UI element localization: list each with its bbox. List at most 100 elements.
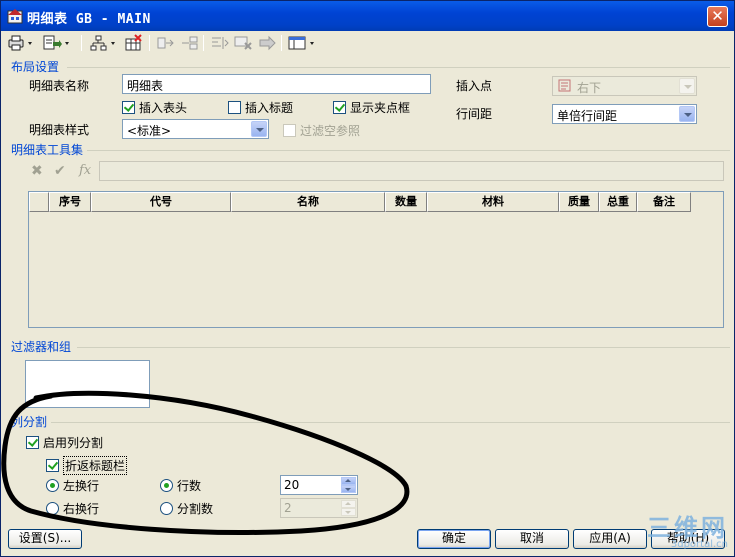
line-spacing-label: 行间距	[456, 107, 493, 121]
watermark-logo: 三维网	[647, 514, 728, 542]
rows-label: 行数	[177, 479, 202, 493]
column-header[interactable]: 代号	[91, 192, 231, 212]
radio-dot[interactable]	[160, 502, 173, 515]
align-icon[interactable]	[209, 34, 231, 52]
insert-title-label: 插入标题	[245, 101, 294, 115]
column-header[interactable]	[29, 192, 49, 212]
chevron-up-icon[interactable]	[341, 477, 356, 485]
chevron-down-icon[interactable]	[341, 485, 356, 493]
style-value: <标准>	[127, 124, 172, 138]
style-label: 明细表样式	[29, 123, 90, 137]
filter-empty-label: 过滤空参照	[300, 124, 361, 138]
insert-point-value: 右下	[577, 81, 602, 95]
enable-split-checkbox[interactable]: 启用列分割	[26, 434, 103, 451]
close-button[interactable]: ✕	[707, 6, 728, 27]
right-wrap-radio[interactable]: 右换行	[46, 500, 99, 517]
insert-point-select[interactable]: 右下	[552, 76, 697, 96]
line-spacing-select[interactable]: 单倍行间距	[552, 104, 697, 124]
divider	[87, 150, 730, 151]
filter-empty-checkbox[interactable]: 过滤空参照	[283, 122, 360, 139]
fold-title-label: 折返标题栏	[63, 456, 128, 475]
name-label: 明细表名称	[29, 79, 90, 93]
name-input[interactable]: 明细表	[122, 74, 431, 94]
parts-value: 2	[284, 501, 292, 515]
rows-radio[interactable]: 行数	[160, 477, 201, 494]
toolbar	[3, 32, 732, 54]
show-grips-label: 显示夹点框	[350, 101, 411, 115]
table-header: 序号 代号 名称 数量 材料 质量 总重 备注	[29, 192, 691, 212]
divider	[51, 422, 730, 423]
checkbox-box[interactable]	[228, 101, 241, 114]
cancel-button[interactable]: 取消	[495, 529, 569, 549]
toolbar-separator	[281, 35, 282, 51]
print-icon[interactable]	[7, 34, 35, 52]
window-title: 明细表 GB - MAIN	[27, 12, 151, 27]
move-icon[interactable]	[257, 34, 279, 52]
radio-dot[interactable]	[46, 502, 59, 515]
column-header[interactable]: 总重	[599, 192, 637, 212]
title-bar[interactable]: 明细表 GB - MAIN ✕	[1, 1, 734, 31]
stepper-buttons[interactable]	[341, 500, 356, 516]
column-header[interactable]: 数量	[385, 192, 427, 212]
checkbox-box[interactable]	[122, 101, 135, 114]
delete-row-icon[interactable]	[233, 34, 255, 52]
show-grips-checkbox[interactable]: 显示夹点框	[333, 99, 410, 116]
filter-section-title: 过滤器和组	[11, 340, 72, 354]
fold-title-checkbox[interactable]: 折返标题栏	[46, 456, 128, 475]
column-header[interactable]: 材料	[427, 192, 559, 212]
insert-header-checkbox[interactable]: 插入表头	[122, 99, 187, 116]
checkbox-box[interactable]	[46, 459, 59, 472]
cancel-icon[interactable]: ✖	[31, 163, 43, 179]
close-icon: ✕	[711, 7, 724, 25]
enable-split-label: 启用列分割	[43, 436, 104, 450]
checkbox-box[interactable]	[26, 436, 39, 449]
column-header[interactable]: 质量	[559, 192, 599, 212]
style-select[interactable]: <标准>	[122, 119, 269, 139]
checkbox-box[interactable]	[333, 101, 346, 114]
ok-button[interactable]: 确定	[417, 529, 491, 549]
chevron-down-icon[interactable]	[341, 508, 356, 516]
checkbox-box[interactable]	[283, 124, 296, 137]
column-header[interactable]: 序号	[49, 192, 91, 212]
insert-header-label: 插入表头	[139, 101, 188, 115]
rows-value: 20	[284, 478, 300, 492]
toolbar-separator	[203, 35, 204, 51]
insert-point-label: 插入点	[456, 79, 493, 93]
dialog-window: 明细表 GB - MAIN ✕ 布局设置 明细表名称 明细表 插入点 右下 插入…	[0, 0, 735, 557]
confirm-icon[interactable]: ✔	[54, 163, 66, 179]
fx-icon[interactable]: fx	[79, 163, 91, 178]
rows-stepper[interactable]: 20	[280, 475, 358, 495]
divider	[67, 67, 730, 68]
split-section-title: 列分割	[11, 415, 48, 429]
parts-radio[interactable]: 分割数	[160, 500, 213, 517]
corner-icon	[558, 79, 572, 96]
app-icon	[7, 8, 23, 24]
chevron-down-icon[interactable]	[679, 78, 695, 94]
right-wrap-label: 右换行	[63, 502, 100, 516]
toolbar-separator	[81, 35, 82, 51]
formula-input[interactable]	[99, 161, 724, 181]
chevron-down-icon[interactable]	[251, 121, 267, 137]
schedule-table[interactable]: 序号 代号 名称 数量 材料 质量 总重 备注	[28, 191, 724, 328]
apply-button[interactable]: 应用(A)	[573, 529, 647, 549]
delete-table-icon[interactable]	[123, 34, 145, 52]
layout-section-title: 布局设置	[11, 60, 60, 74]
column-header[interactable]: 备注	[637, 192, 691, 212]
left-wrap-label: 左换行	[63, 479, 100, 493]
tree-icon[interactable]	[89, 34, 119, 52]
parts-stepper[interactable]: 2	[280, 498, 358, 518]
export-icon[interactable]	[41, 34, 71, 52]
column-header[interactable]: 名称	[231, 192, 385, 212]
merge-icon[interactable]	[179, 34, 201, 52]
chevron-up-icon[interactable]	[341, 500, 356, 508]
stepper-buttons[interactable]	[341, 477, 356, 493]
settings-button[interactable]: 设置(S)...	[8, 529, 82, 549]
left-wrap-radio[interactable]: 左换行	[46, 477, 99, 494]
chevron-down-icon[interactable]	[679, 106, 695, 122]
radio-dot[interactable]	[160, 479, 173, 492]
radio-dot[interactable]	[46, 479, 59, 492]
insert-title-checkbox[interactable]: 插入标题	[228, 99, 293, 116]
filter-list[interactable]	[25, 360, 150, 408]
split-icon[interactable]	[155, 34, 177, 52]
view-icon[interactable]	[287, 34, 319, 52]
